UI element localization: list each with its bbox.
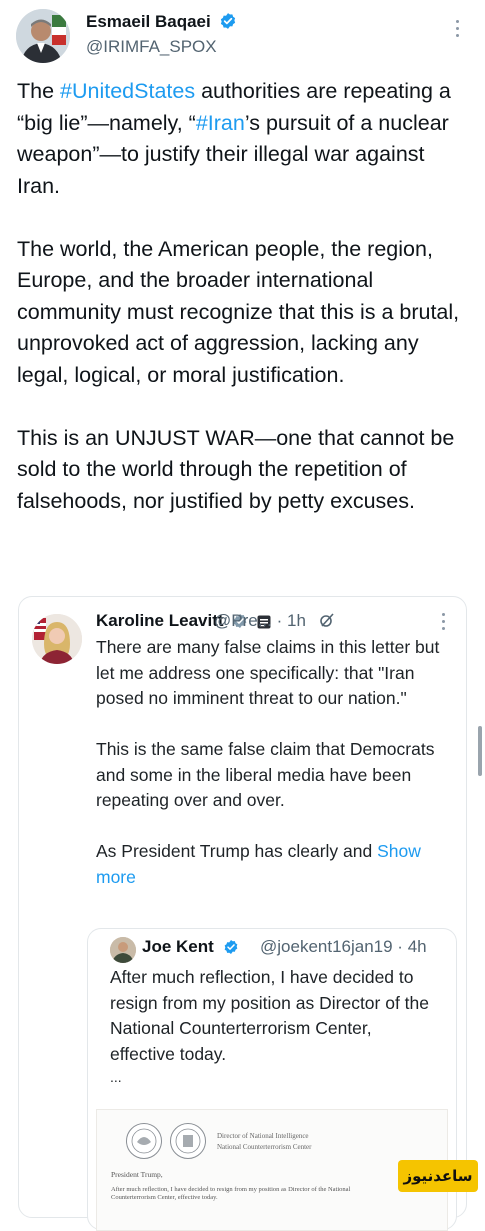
nctc-seal-icon [170, 1123, 206, 1159]
post-header: Esmaeil Baqaei @IRIMFA_SPOX [0, 0, 485, 76]
resignation-letter-image[interactable]: Director of National Intelligence Nation… [96, 1109, 448, 1231]
quoted-author-name[interactable]: Karoline Leavitt [96, 611, 224, 630]
quoted-paragraph-3: As President Trump has clearly and Show … [96, 839, 458, 890]
author-avatar[interactable] [16, 9, 70, 63]
author-name[interactable]: Esmaeil Baqaei [86, 12, 211, 31]
scroll-indicator[interactable] [478, 726, 482, 776]
letterhead-line-2: National Counterterrorism Center [217, 1143, 312, 1151]
nested-author-name[interactable]: Joe Kent [142, 937, 214, 956]
quoted-paragraph-2: This is the same false claim that Democr… [96, 739, 435, 810]
site-watermark-logo: ساعدنیوز [398, 1160, 478, 1192]
post-text: The #UnitedStates authorities are repeat… [17, 76, 472, 517]
nested-verified-badge-icon [223, 939, 239, 960]
more-options-icon[interactable] [453, 20, 461, 42]
nested-ellipsis: ... [110, 1069, 122, 1085]
letter-salutation: President Trump, [111, 1170, 163, 1179]
author-name-row[interactable]: Esmaeil Baqaei [86, 12, 237, 35]
post-paragraph-1: The #UnitedStates authorities are repeat… [17, 76, 472, 202]
post-text-segment: This is an UNJUST WAR—one that cannot be… [17, 425, 455, 513]
author-handle[interactable]: @IRIMFA_SPOX [86, 37, 217, 57]
letter-body-line-1: After much reflection, I have decided to… [111, 1186, 351, 1193]
nested-author-avatar[interactable] [110, 937, 136, 963]
grok-icon[interactable] [319, 612, 335, 633]
post-text-segment: The [17, 79, 61, 103]
quoted-text: There are many false claims in this lett… [96, 635, 458, 916]
hashtag-link[interactable]: #Iran [196, 111, 245, 135]
quoted-paragraph-1: There are many false claims in this lett… [96, 637, 440, 708]
post-paragraph-2: The world, the American people, the regi… [17, 234, 472, 392]
nested-author-avatar-image [110, 937, 136, 963]
letterhead-line-1: Director of National Intelligence [217, 1132, 309, 1140]
post-paragraph-3: This is an UNJUST WAR—one that cannot be… [17, 423, 472, 518]
quoted-paragraph-3-text: As President Trump has clearly and [96, 841, 378, 861]
quoted-author-avatar-image [32, 614, 82, 664]
verified-badge-icon [219, 12, 237, 35]
quoted-author-avatar[interactable] [32, 614, 82, 664]
nested-author-name-row[interactable]: Joe Kent [142, 937, 239, 960]
hashtag-link[interactable]: #UnitedStates [60, 79, 195, 103]
post-text-segment: The world, the American people, the regi… [17, 236, 460, 387]
nested-handle-time[interactable]: @joekent16jan19 · 4h [260, 937, 427, 957]
author-avatar-image [16, 9, 70, 63]
odni-seal-icon [126, 1123, 162, 1159]
quoted-meta-row: @Pre... · 1h [214, 611, 335, 633]
nested-text: After much reflection, I have decided to… [110, 967, 430, 1064]
quoted-handle-time[interactable]: @Pre... · 1h [214, 611, 306, 630]
quoted-more-options-icon[interactable] [440, 613, 446, 631]
